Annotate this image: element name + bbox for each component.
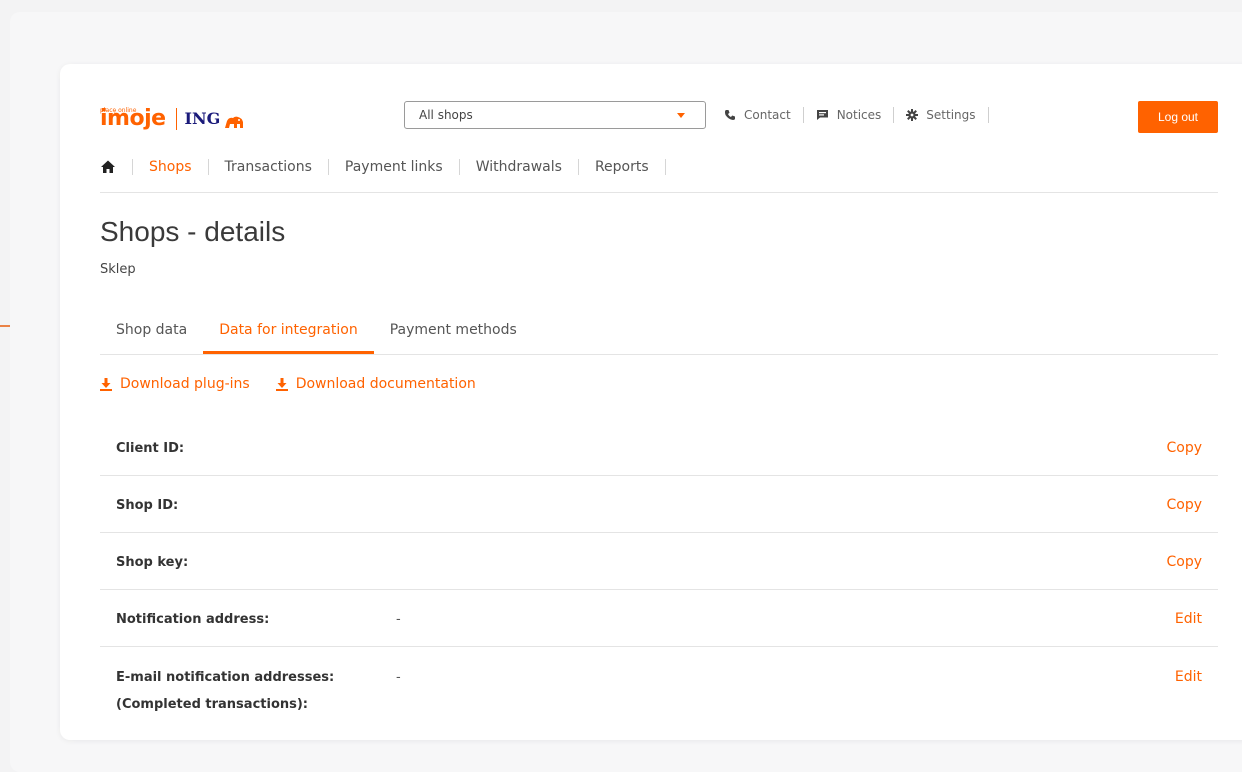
- divider: [987, 107, 989, 123]
- main-card: płacę online imoje ING All shops Contact: [60, 64, 1242, 740]
- nav-item-transactions[interactable]: Transactions: [225, 156, 312, 178]
- imoje-logo-text: płacę online imoje: [100, 107, 166, 130]
- contact-link[interactable]: Contact: [724, 108, 791, 122]
- divider: [893, 107, 895, 123]
- row-notification-address: Notification address: - Edit: [100, 590, 1218, 647]
- copy-shop-key-button[interactable]: Copy: [1122, 552, 1218, 573]
- divider: [132, 159, 133, 175]
- message-icon: [816, 110, 828, 120]
- logo-tagline: płacę online: [100, 107, 137, 114]
- row-value: -: [396, 612, 401, 627]
- download-plugins-link[interactable]: Download plug-ins: [100, 376, 250, 392]
- notices-label: Notices: [836, 108, 882, 122]
- tab-payment-methods[interactable]: Payment methods: [374, 318, 533, 353]
- ing-wordmark: ING: [184, 109, 221, 128]
- main-nav: Shops Transactions Payment links Withdra…: [100, 156, 1218, 193]
- phone-icon: [724, 110, 735, 120]
- nav-item-withdrawals[interactable]: Withdrawals: [476, 156, 562, 178]
- download-links: Download plug-ins Download documentation: [100, 376, 476, 392]
- row-value: -: [396, 670, 401, 685]
- edit-email-notifications-button[interactable]: Edit: [1122, 667, 1218, 688]
- detail-tabs: Shop data Data for integration Payment m…: [100, 318, 1218, 355]
- divider: [577, 159, 579, 175]
- tab-shop-data[interactable]: Shop data: [100, 318, 203, 353]
- divider: [458, 159, 460, 175]
- page-subtitle: Sklep: [100, 262, 136, 277]
- chevron-down-icon: [677, 113, 685, 118]
- edit-notification-address-button[interactable]: Edit: [1122, 609, 1218, 630]
- home-icon[interactable]: [100, 159, 116, 175]
- nav-item-shops[interactable]: Shops: [149, 156, 192, 178]
- copy-client-id-button[interactable]: Copy: [1122, 438, 1218, 459]
- brand-logo[interactable]: płacę online imoje ING: [100, 100, 245, 130]
- logout-button[interactable]: Log out: [1138, 101, 1218, 133]
- divider: [664, 159, 666, 175]
- row-label-line: (Completed transactions):: [116, 697, 309, 712]
- download-icon: [100, 377, 112, 391]
- top-links: Contact Notices Settings: [724, 104, 1001, 126]
- download-icon: [275, 377, 288, 391]
- settings-label: Settings: [926, 108, 976, 122]
- divider: [802, 107, 804, 123]
- copy-shop-id-button[interactable]: Copy: [1122, 495, 1218, 516]
- settings-link[interactable]: Settings: [906, 108, 976, 122]
- row-label: Client ID:: [116, 441, 185, 456]
- row-label: Shop key:: [116, 555, 189, 570]
- divider: [327, 159, 329, 175]
- ing-lion-icon: [225, 116, 244, 128]
- page-title: Shops - details: [100, 216, 286, 247]
- row-shop-key: Shop key: Copy: [100, 533, 1218, 590]
- shop-select-value: All shops: [419, 108, 473, 122]
- download-plugins-label: Download plug-ins: [120, 376, 250, 392]
- row-label: Notification address:: [116, 612, 270, 627]
- row-label: E-mail notification addresses: (Complete…: [100, 667, 396, 715]
- integration-data-table: Client ID: Copy Shop ID: Copy Shop key: …: [100, 419, 1218, 715]
- row-email-notification-addresses: E-mail notification addresses: (Complete…: [100, 647, 1218, 715]
- tab-data-for-integration[interactable]: Data for integration: [203, 318, 374, 354]
- shop-select[interactable]: All shops: [404, 101, 706, 129]
- row-label-line: E-mail notification addresses:: [116, 670, 335, 685]
- contact-label: Contact: [744, 108, 791, 122]
- row-client-id: Client ID: Copy: [100, 419, 1218, 476]
- download-documentation-label: Download documentation: [295, 376, 476, 392]
- logo-divider: [175, 108, 177, 130]
- row-shop-id: Shop ID: Copy: [100, 476, 1218, 533]
- notices-link[interactable]: Notices: [816, 108, 882, 122]
- nav-item-payment-links[interactable]: Payment links: [345, 156, 443, 178]
- row-label: Shop ID:: [116, 498, 179, 513]
- nav-item-reports[interactable]: Reports: [595, 156, 649, 178]
- download-documentation-link[interactable]: Download documentation: [275, 376, 476, 392]
- divider: [207, 159, 209, 175]
- gear-icon: [906, 109, 919, 121]
